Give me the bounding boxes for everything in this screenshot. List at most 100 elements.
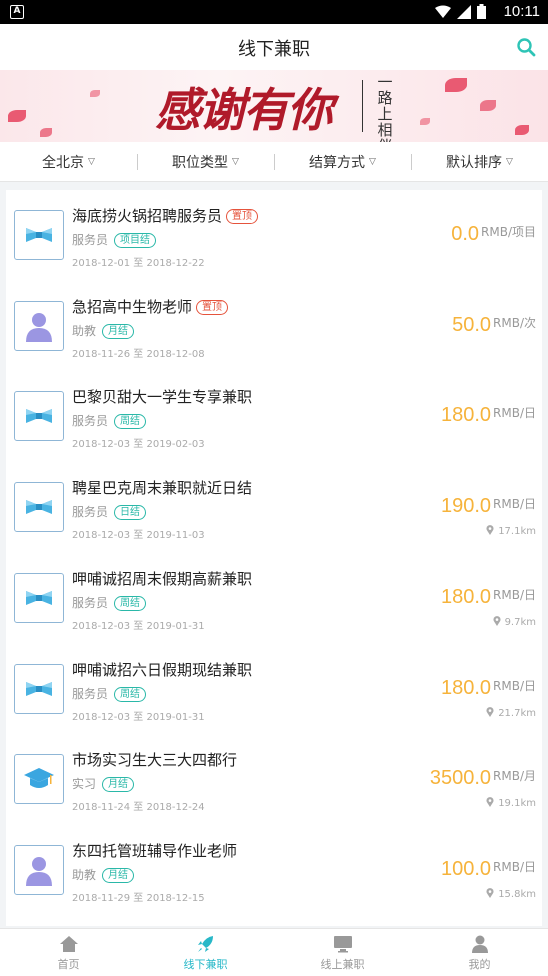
filter-label: 结算方式: [309, 154, 366, 171]
filter-label: 职位类型: [172, 154, 229, 171]
battery-icon: [477, 4, 486, 19]
job-role-text: 服务员: [72, 687, 109, 701]
clock: 10:11: [503, 3, 540, 20]
location-pin-icon: [486, 707, 494, 717]
settlement-badge: 月结: [102, 324, 135, 339]
job-role: 助教 月结: [72, 322, 135, 339]
nav-online-jobs[interactable]: 线上兼职: [274, 929, 411, 976]
job-distance: 9.7km: [493, 616, 536, 628]
job-title-text: 呷哺诚招六日假期现结兼职: [72, 661, 253, 679]
banner-divider: [362, 80, 363, 132]
price-value: 180.0: [440, 404, 492, 426]
chevron-down-icon: ▽: [506, 156, 513, 167]
job-title: 呷哺诚招六日假期现结兼职: [72, 659, 252, 680]
job-title-text: 东四托管班辅导作业老师: [72, 842, 238, 860]
job-distance: 19.1km: [486, 797, 536, 809]
job-dates: 2018-11-26 至 2018-12-08: [72, 349, 205, 360]
bowtie-icon: [14, 210, 64, 260]
price-value: 100.0: [440, 858, 492, 880]
list-item[interactable]: 海底捞火锅招聘服务员 置顶 服务员 项目结 2018-12-01 至 2018-12-2…: [6, 190, 542, 280]
top-bar: 线下兼职: [0, 24, 548, 70]
job-price: 180.0 RMB/日: [441, 586, 536, 609]
job-title: 呷哺诚招周末假期高薪兼职: [72, 568, 252, 589]
job-dates: 2018-12-03 至 2019-02-03: [72, 439, 205, 450]
chevron-down-icon: ▽: [369, 156, 376, 167]
job-role-text: 实习: [72, 777, 97, 791]
list-item[interactable]: 呷哺诚招六日假期现结兼职 服务员 周结 2018-12-03 至 2019-01-31…: [6, 644, 542, 734]
chevron-down-icon: ▽: [88, 156, 95, 167]
job-role-text: 服务员: [72, 233, 109, 247]
job-role-text: 服务员: [72, 414, 109, 428]
list-item[interactable]: 急招高中生物老师 置顶 助教 月结 2018-11-26 至 2018-12-08 50.…: [6, 281, 542, 371]
job-price: 180.0 RMB/日: [441, 404, 536, 427]
price-value: 180.0: [440, 586, 492, 608]
job-dates: 2018-11-29 至 2018-12-15: [72, 893, 205, 904]
job-role: 助教 月结: [72, 866, 135, 883]
app-notification-icon: A: [10, 5, 24, 19]
location-pin-icon: [493, 616, 501, 626]
page-title: 线下兼职: [238, 39, 310, 60]
job-title-text: 呷哺诚招周末假期高薪兼职: [72, 570, 253, 588]
filter-job-type[interactable]: 职位类型 ▽: [137, 142, 274, 181]
price-unit: RMB/日: [493, 497, 536, 511]
search-icon[interactable]: [516, 37, 536, 57]
nav-offline-jobs[interactable]: 线下兼职: [137, 929, 274, 976]
job-role: 服务员 周结: [72, 594, 147, 611]
user-icon: [471, 935, 488, 953]
list-item[interactable]: 巴黎贝甜大一学生专享兼职 服务员 周结 2018-12-03 至 2019-02-03…: [6, 371, 542, 461]
job-title: 聘星巴克周末兼职就近日结: [72, 477, 252, 498]
job-distance: 17.1km: [486, 525, 536, 537]
job-role: 服务员 项目结: [72, 231, 157, 248]
wifi-icon: [435, 5, 451, 18]
distance-text: 17.1km: [498, 526, 536, 537]
petal-decoration: [40, 128, 52, 137]
job-price: 100.0 RMB/日: [441, 858, 536, 881]
bottom-nav: 首页 线下兼职 线上兼职 我的: [0, 928, 548, 976]
home-icon: [59, 936, 78, 952]
list-item[interactable]: 聘星巴克周末兼职就近日结 服务员 日结 2018-12-03 至 2019-11-03…: [6, 462, 542, 552]
job-dates: 2018-11-24 至 2018-12-24: [72, 802, 205, 813]
signal-icon: [457, 4, 471, 19]
settlement-badge: 周结: [114, 596, 147, 611]
settlement-badge: 项目结: [114, 233, 157, 248]
job-price: 3500.0 RMB/月: [430, 767, 536, 790]
job-title: 急招高中生物老师 置顶: [72, 296, 229, 317]
petal-decoration: [480, 100, 496, 111]
job-title: 东四托管班辅导作业老师: [72, 840, 237, 861]
job-price: 180.0 RMB/日: [441, 677, 536, 700]
petal-decoration: [445, 78, 467, 92]
job-list[interactable]: 海底捞火锅招聘服务员 置顶 服务员 项目结 2018-12-01 至 2018-12-2…: [6, 190, 542, 926]
price-unit: RMB/日: [493, 588, 536, 602]
job-dates: 2018-12-03 至 2019-01-31: [72, 712, 205, 723]
list-item[interactable]: 东四托管班辅导作业老师 助教 月结 2018-11-29 至 2018-12-15 10…: [6, 825, 542, 915]
price-value: 3500.0: [429, 767, 492, 789]
nav-profile[interactable]: 我的: [411, 929, 548, 976]
nav-home[interactable]: 首页: [0, 929, 137, 976]
price-value: 180.0: [440, 677, 492, 699]
job-title-text: 市场实习生大三大四都行: [72, 751, 238, 769]
filter-bar: 全北京 ▽ 职位类型 ▽ 结算方式 ▽ 默认排序 ▽: [0, 142, 548, 182]
distance-text: 9.7km: [504, 617, 536, 628]
settlement-badge: 月结: [102, 868, 135, 883]
job-dates: 2018-12-03 至 2019-11-03: [72, 530, 205, 541]
filter-settlement[interactable]: 结算方式 ▽: [274, 142, 411, 181]
pinned-badge: 置顶: [226, 209, 259, 224]
list-item[interactable]: 市场实习生大三大四都行实习 月结 2018-11-24 至 2018-12-24 35…: [6, 734, 542, 824]
filter-sort[interactable]: 默认排序 ▽: [411, 142, 548, 181]
job-price: 0.0 RMB/项目: [451, 223, 536, 246]
filter-region[interactable]: 全北京 ▽: [0, 142, 137, 181]
list-item[interactable]: 呷哺诚招周末假期高薪兼职 服务员 周结 2018-12-03 至 2019-01-31…: [6, 553, 542, 643]
petal-decoration: [420, 118, 430, 125]
bowtie-icon: [14, 573, 64, 623]
job-distance: 15.8km: [486, 888, 536, 900]
price-value: 0.0: [451, 223, 480, 245]
price-unit: RMB/日: [493, 679, 536, 693]
petal-decoration: [90, 90, 100, 97]
job-title-text: 急招高中生物老师: [72, 298, 193, 316]
promo-banner[interactable]: 感谢有你 一路上相伴: [0, 70, 548, 142]
settlement-badge: 月结: [102, 777, 135, 792]
nav-label: 线下兼职: [183, 958, 228, 971]
price-unit: RMB/日: [493, 860, 536, 874]
graduation-cap-icon: [14, 754, 64, 804]
rocket-icon: [197, 936, 213, 952]
